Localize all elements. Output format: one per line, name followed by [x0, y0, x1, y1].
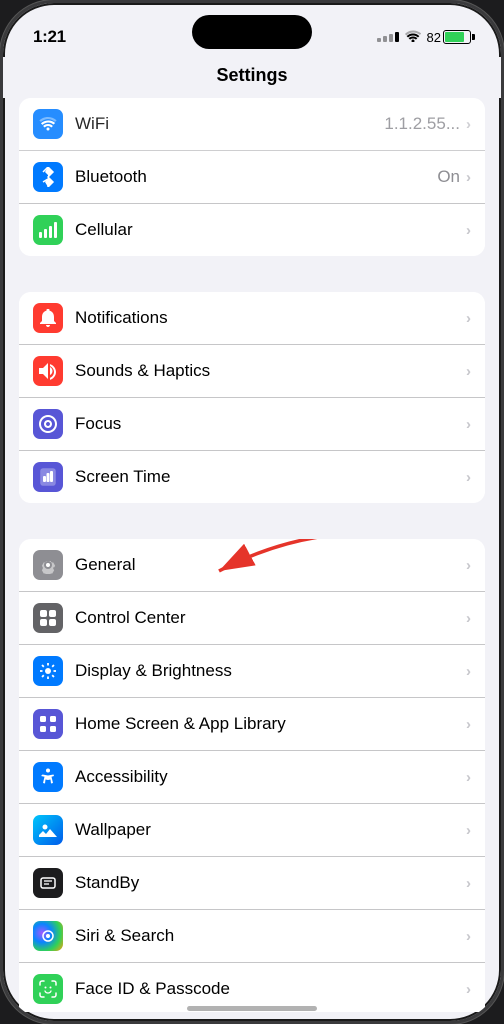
- focus-chevron: ›: [466, 416, 471, 433]
- standby-chevron: ›: [466, 875, 471, 892]
- bluetooth-chevron: ›: [466, 169, 471, 186]
- general-icon-bg: [33, 550, 63, 580]
- accessibility-chevron: ›: [466, 769, 471, 786]
- homescreen-icon-bg: [33, 709, 63, 739]
- general-group: General ›: [19, 539, 485, 1012]
- screentime-icon-bg: [33, 462, 63, 492]
- wifi-value: 1.1.2.55...: [384, 114, 460, 134]
- controlcenter-icon-bg: [33, 603, 63, 633]
- battery-container: 82: [427, 30, 471, 45]
- accessibility-label: Accessibility: [75, 767, 466, 787]
- controlcenter-label: Control Center: [75, 608, 466, 628]
- status-icons: 82: [377, 30, 471, 45]
- cellular-item[interactable]: Cellular ›: [19, 204, 485, 256]
- controlcenter-chevron: ›: [466, 610, 471, 627]
- bluetooth-value: On: [437, 167, 460, 187]
- wallpaper-item[interactable]: Wallpaper ›: [19, 804, 485, 857]
- bluetooth-icon-bg: [33, 162, 63, 192]
- sounds-chevron: ›: [466, 363, 471, 380]
- display-chevron: ›: [466, 663, 471, 680]
- battery-fill: [445, 32, 464, 42]
- sounds-label: Sounds & Haptics: [75, 361, 466, 381]
- display-item[interactable]: Display & Brightness ›: [19, 645, 485, 698]
- cellular-chevron: ›: [466, 222, 471, 239]
- focus-icon-bg: [33, 409, 63, 439]
- accessibility-icon-bg: [33, 762, 63, 792]
- wallpaper-label: Wallpaper: [75, 820, 466, 840]
- screentime-chevron: ›: [466, 469, 471, 486]
- notifications-group: Notifications › Sounds & Haptics ›: [19, 292, 485, 503]
- notifications-icon-bg: [33, 303, 63, 333]
- siri-item[interactable]: Siri & Search ›: [19, 910, 485, 963]
- focus-item[interactable]: Focus ›: [19, 398, 485, 451]
- standby-label: StandBy: [75, 873, 466, 893]
- dynamic-island: [192, 15, 312, 49]
- wifi-label: WiFi: [75, 114, 384, 134]
- signal-icon: [377, 32, 399, 42]
- battery-icon: [443, 30, 471, 44]
- general-item[interactable]: General ›: [19, 539, 485, 592]
- faceid-icon-bg: [33, 974, 63, 1004]
- faceid-label: Face ID & Passcode: [75, 979, 466, 999]
- homescreen-label: Home Screen & App Library: [75, 714, 466, 734]
- screen-content: Settings WiFi 1.1.2.55...: [3, 57, 501, 1021]
- general-chevron: ›: [466, 557, 471, 574]
- display-icon-bg: [33, 656, 63, 686]
- page-title: Settings: [3, 57, 501, 98]
- cellular-label: Cellular: [75, 220, 466, 240]
- volume-up-button: [0, 183, 2, 233]
- connectivity-group: WiFi 1.1.2.55... › Bluetooth On: [19, 98, 485, 256]
- wifi-chevron: ›: [466, 116, 471, 133]
- cellular-icon-bg: [33, 215, 63, 245]
- bluetooth-item[interactable]: Bluetooth On ›: [19, 151, 485, 204]
- siri-label: Siri & Search: [75, 926, 466, 946]
- accessibility-item[interactable]: Accessibility ›: [19, 751, 485, 804]
- homescreen-chevron: ›: [466, 716, 471, 733]
- sounds-icon-bg: [33, 356, 63, 386]
- faceid-item[interactable]: Face ID & Passcode ›: [19, 963, 485, 1012]
- sounds-item[interactable]: Sounds & Haptics ›: [19, 345, 485, 398]
- wifi-item[interactable]: WiFi 1.1.2.55... ›: [19, 98, 485, 151]
- notifications-label: Notifications: [75, 308, 466, 328]
- screentime-item[interactable]: Screen Time ›: [19, 451, 485, 503]
- silent-switch: [0, 138, 2, 173]
- controlcenter-item[interactable]: Control Center ›: [19, 592, 485, 645]
- home-indicator: [187, 1006, 317, 1011]
- standby-icon-bg: [33, 868, 63, 898]
- battery-level: 82: [427, 30, 441, 45]
- phone-frame: 1:21 82 Settings: [0, 0, 504, 1024]
- bluetooth-label: Bluetooth: [75, 167, 437, 187]
- wallpaper-chevron: ›: [466, 822, 471, 839]
- wallpaper-icon-bg: [33, 815, 63, 845]
- settings-list: WiFi 1.1.2.55... › Bluetooth On: [3, 98, 501, 1012]
- wifi-icon-bg: [33, 109, 63, 139]
- display-label: Display & Brightness: [75, 661, 466, 681]
- homescreen-item[interactable]: Home Screen & App Library ›: [19, 698, 485, 751]
- volume-down-button: [0, 248, 2, 298]
- focus-label: Focus: [75, 414, 466, 434]
- screentime-label: Screen Time: [75, 467, 466, 487]
- faceid-chevron: ›: [466, 981, 471, 998]
- siri-icon-bg: [33, 921, 63, 951]
- general-label: General: [75, 555, 466, 575]
- wifi-icon: [405, 30, 421, 45]
- siri-chevron: ›: [466, 928, 471, 945]
- notifications-chevron: ›: [466, 310, 471, 327]
- standby-item[interactable]: StandBy ›: [19, 857, 485, 910]
- status-time: 1:21: [33, 27, 66, 47]
- notifications-item[interactable]: Notifications ›: [19, 292, 485, 345]
